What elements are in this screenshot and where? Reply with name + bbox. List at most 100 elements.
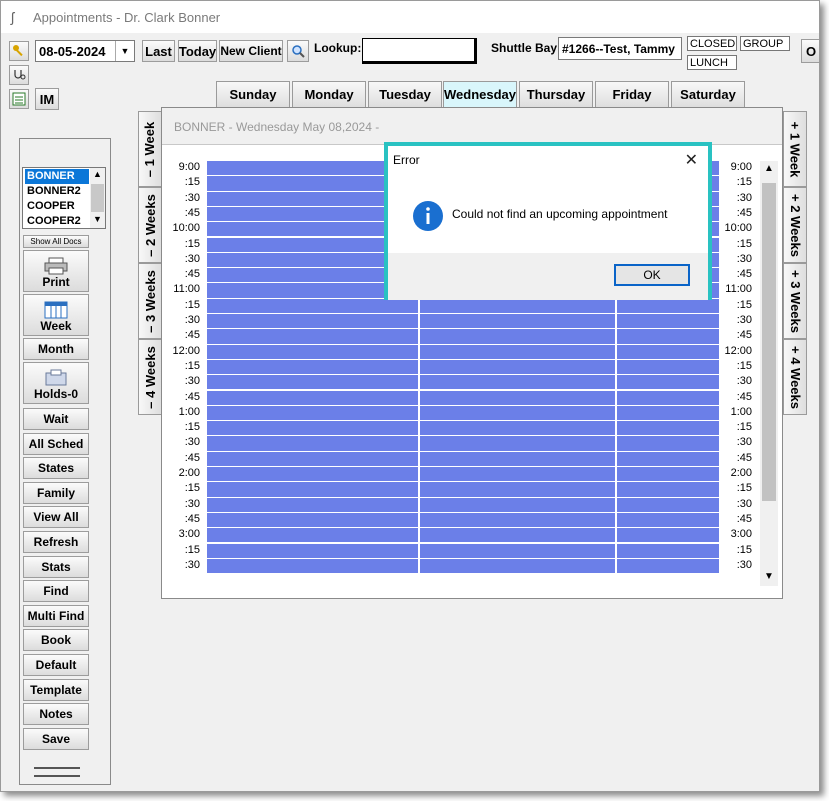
chevron-up-icon[interactable]: ▲ xyxy=(93,169,102,179)
time-slot[interactable] xyxy=(617,436,719,451)
time-slot[interactable] xyxy=(207,558,418,574)
sidebar-button-wait[interactable]: Wait xyxy=(23,408,89,430)
sidebar-button-multi-find[interactable]: Multi Find xyxy=(23,604,89,627)
tab-plus-2-weeks[interactable]: + 2 Weeks xyxy=(783,187,807,263)
time-slot[interactable] xyxy=(420,314,615,329)
scroll-down-icon[interactable]: ▼ xyxy=(764,571,774,582)
time-slot[interactable] xyxy=(420,405,615,421)
scroll-up-icon[interactable]: ▲ xyxy=(764,163,774,174)
vertical-scrollbar[interactable]: ▲ ▼ xyxy=(760,161,778,586)
close-icon[interactable]: ✕ xyxy=(685,150,698,170)
time-slot[interactable] xyxy=(420,467,615,482)
show-all-docs-button[interactable]: Show All Docs xyxy=(23,235,89,248)
doctor-list-item[interactable]: BONNER2 xyxy=(25,184,89,199)
time-slot[interactable] xyxy=(420,359,615,375)
sidebar-button-all-sched[interactable]: All Sched xyxy=(23,432,89,455)
tab-tuesday[interactable]: Tuesday xyxy=(368,81,442,107)
time-slot[interactable] xyxy=(617,298,719,313)
time-slot[interactable] xyxy=(617,314,719,329)
time-slot[interactable] xyxy=(617,405,719,421)
time-slot[interactable] xyxy=(420,558,615,574)
time-slot[interactable] xyxy=(207,497,418,512)
time-slot[interactable] xyxy=(207,482,418,497)
time-slot[interactable] xyxy=(420,482,615,497)
tab-friday[interactable]: Friday xyxy=(595,81,669,107)
time-slot[interactable] xyxy=(207,375,418,390)
tab-plus-3-weeks[interactable]: + 3 Weeks xyxy=(783,263,807,339)
sidebar-button-family[interactable]: Family xyxy=(23,481,89,504)
shuttle-bay-field[interactable]: #1266--Test, Tammy xyxy=(558,37,682,60)
ok-button[interactable]: OK xyxy=(614,264,690,286)
time-slot[interactable] xyxy=(207,467,418,482)
month-button[interactable]: Month xyxy=(23,338,89,360)
time-slot[interactable] xyxy=(617,344,719,359)
sidebar-button-find[interactable]: Find xyxy=(23,580,89,603)
time-slot[interactable] xyxy=(617,497,719,512)
stethoscope-icon[interactable] xyxy=(9,65,29,85)
sidebar-button-notes[interactable]: Notes xyxy=(23,703,89,726)
time-slot[interactable] xyxy=(207,543,418,558)
time-slot[interactable] xyxy=(420,421,615,436)
time-slot[interactable] xyxy=(207,344,418,359)
grip-handle-icon[interactable] xyxy=(34,767,80,777)
lookup-input[interactable] xyxy=(362,38,477,64)
time-slot[interactable] xyxy=(207,329,418,344)
week-button[interactable]: Week xyxy=(23,294,89,336)
sidebar-button-view-all[interactable]: View All xyxy=(23,506,89,529)
doctor-list-item[interactable]: BONNER xyxy=(25,169,89,184)
time-slot[interactable] xyxy=(617,512,719,528)
time-slot[interactable] xyxy=(420,375,615,390)
time-slot[interactable] xyxy=(617,558,719,574)
time-slot[interactable] xyxy=(420,528,615,543)
sidebar-button-template[interactable]: Template xyxy=(23,678,89,701)
time-slot[interactable] xyxy=(617,375,719,390)
calendar-list-icon[interactable] xyxy=(9,89,29,109)
holds-button[interactable]: Holds-0 xyxy=(23,362,89,404)
tab-wednesday[interactable]: Wednesday xyxy=(443,81,517,107)
lunch-box[interactable]: LUNCH xyxy=(687,55,737,70)
sidebar-button-refresh[interactable]: Refresh xyxy=(23,531,89,553)
time-slot[interactable] xyxy=(207,298,418,313)
time-slot[interactable] xyxy=(207,405,418,421)
doctor-list-item[interactable]: COOPER2 xyxy=(25,214,89,229)
time-slot[interactable] xyxy=(617,359,719,375)
today-button[interactable]: Today xyxy=(178,40,217,62)
tab-minus-4-weeks[interactable]: – 4 Weeks xyxy=(138,339,162,415)
date-picker[interactable]: 08-05-2024 ▼ xyxy=(35,40,135,62)
doctor-list-scrollbar[interactable]: ▲ ▼ xyxy=(90,168,105,228)
chevron-down-icon[interactable]: ▼ xyxy=(115,41,134,61)
tab-minus-1-week[interactable]: – 1 Week xyxy=(138,111,162,187)
time-slot[interactable] xyxy=(420,390,615,405)
time-slot[interactable] xyxy=(617,528,719,543)
time-slot[interactable] xyxy=(617,543,719,558)
tab-plus-4-weeks[interactable]: + 4 Weeks xyxy=(783,339,807,415)
key-icon[interactable] xyxy=(9,41,29,61)
group-box[interactable]: GROUP xyxy=(740,36,790,51)
search-icon[interactable] xyxy=(287,40,309,62)
tab-plus-1-week[interactable]: + 1 Week xyxy=(783,111,807,187)
closed-box[interactable]: CLOSED xyxy=(687,36,737,51)
tab-minus-2-weeks[interactable]: – 2 Weeks xyxy=(138,187,162,263)
tab-monday[interactable]: Monday xyxy=(292,81,366,107)
im-button[interactable]: IM xyxy=(35,88,59,110)
time-slot[interactable] xyxy=(420,512,615,528)
time-slot[interactable] xyxy=(617,467,719,482)
last-button[interactable]: Last xyxy=(142,40,175,62)
sidebar-button-stats[interactable]: Stats xyxy=(23,555,89,578)
new-client-button[interactable]: New Client xyxy=(219,40,283,62)
sidebar-button-default[interactable]: Default xyxy=(23,654,89,676)
time-slot[interactable] xyxy=(617,482,719,497)
tab-saturday[interactable]: Saturday xyxy=(671,81,745,107)
time-slot[interactable] xyxy=(207,528,418,543)
doctor-list-item[interactable]: COOPER xyxy=(25,199,89,214)
cut-off-button[interactable]: O xyxy=(801,39,819,63)
time-slot[interactable] xyxy=(617,451,719,466)
time-slot[interactable] xyxy=(420,497,615,512)
sidebar-button-states[interactable]: States xyxy=(23,457,89,480)
sidebar-button-book[interactable]: Book xyxy=(23,629,89,652)
time-slot[interactable] xyxy=(617,329,719,344)
tab-minus-3-weeks[interactable]: – 3 Weeks xyxy=(138,263,162,339)
tab-thursday[interactable]: Thursday xyxy=(519,81,593,107)
time-slot[interactable] xyxy=(207,390,418,405)
time-slot[interactable] xyxy=(617,421,719,436)
